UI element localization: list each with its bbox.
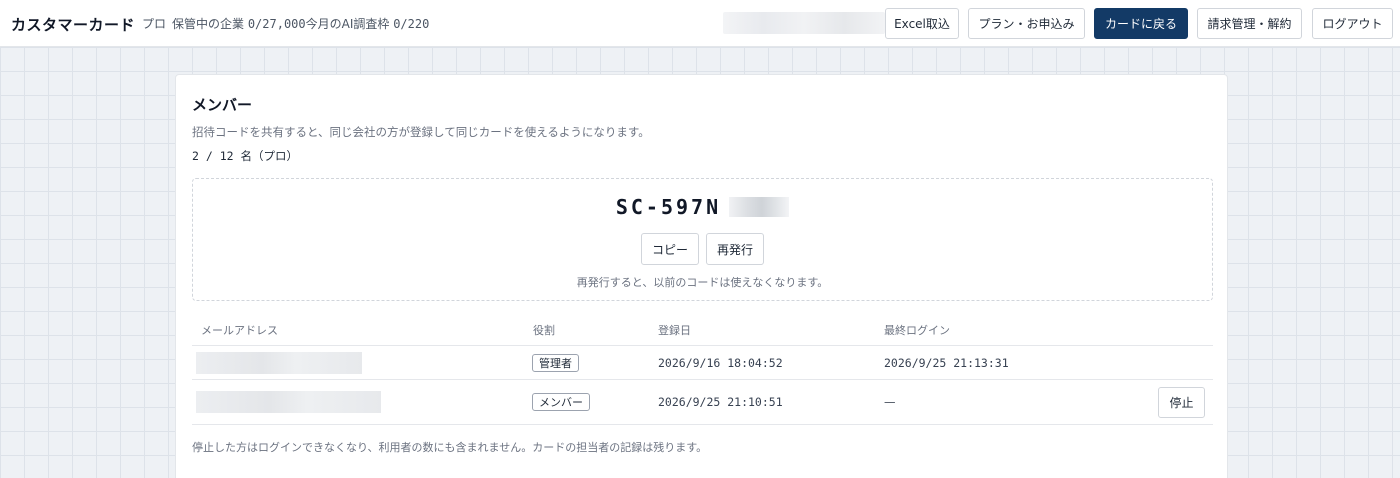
last-login-date: — <box>884 395 896 409</box>
members-title: メンバー <box>192 96 253 114</box>
redacted-user-info <box>723 12 885 34</box>
header-role: 役割 <box>533 324 555 337</box>
header-registered: 登録日 <box>658 324 691 337</box>
members-description: 招待コードを共有すると、同じ会社の方が登録して同じカードを使えるようになります。 <box>192 125 650 139</box>
usage-ai-label: 今月のAI調査枠 <box>305 17 394 31</box>
registered-date: 2026/9/16 18:04:52 <box>658 356 783 370</box>
redacted-email <box>196 391 381 413</box>
usage-companies-value: 0/27,000 <box>247 17 306 31</box>
last-login-date: 2026/9/25 21:13:31 <box>884 356 1009 370</box>
invite-code-box: SC-597N コピー 再発行 再発行すると、以前のコードは使えなくなります。 <box>192 178 1213 301</box>
billing-button[interactable]: 請求管理・解約 <box>1197 8 1302 39</box>
usage-ai-value: 0/220 <box>393 17 430 31</box>
top-header: カスタマーカード プロ 保管中の企業 0/27,000今月のAI調査枠 0/22… <box>0 0 1400 47</box>
invite-code-row: SC-597N <box>193 195 1212 219</box>
suspend-member-button[interactable]: 停止 <box>1158 387 1205 418</box>
table-header: メールアドレス 役割 登録日 最終ログイン <box>192 314 1213 346</box>
registered-date: 2026/9/25 21:10:51 <box>658 395 783 409</box>
table-row: 管理者 2026/9/16 18:04:52 2026/9/25 21:13:3… <box>192 346 1213 380</box>
plan-label: プロ <box>142 17 167 31</box>
table-row: メンバー 2026/9/25 21:10:51 — 停止 <box>192 380 1213 425</box>
excel-import-button[interactable]: Excel取込 <box>885 8 959 39</box>
suspend-footnote: 停止した方はログインできなくなり、利用者の数にも含まれません。カードの担当者の記… <box>192 441 708 454</box>
copy-code-button[interactable]: コピー <box>641 233 699 265</box>
member-count: 2 / 12 名（プロ） <box>192 149 298 163</box>
usage-companies-label: 保管中の企業 <box>172 17 248 31</box>
back-to-card-button[interactable]: カードに戻る <box>1094 8 1188 39</box>
header-last-login: 最終ログイン <box>884 324 950 337</box>
members-card: メンバー 招待コードを共有すると、同じ会社の方が登録して同じカードを使えるように… <box>175 74 1228 478</box>
invite-code[interactable]: SC-597N <box>616 195 721 219</box>
logout-button[interactable]: ログアウト <box>1312 8 1393 39</box>
plan-apply-button[interactable]: プラン・お申込み <box>968 8 1085 39</box>
app-title: カスタマーカード <box>11 16 136 34</box>
reissue-note: 再発行すると、以前のコードは使えなくなります。 <box>576 276 829 289</box>
reissue-code-button[interactable]: 再発行 <box>706 233 764 265</box>
header-email: メールアドレス <box>201 324 278 337</box>
redacted-email <box>196 352 362 374</box>
role-badge: メンバー <box>532 393 590 411</box>
role-badge: 管理者 <box>532 354 579 372</box>
usage-summary: 保管中の企業 0/27,000今月のAI調査枠 0/220 <box>172 15 429 32</box>
invite-code-redacted <box>729 197 790 217</box>
members-table: メールアドレス 役割 登録日 最終ログイン 管理者 2026/9/16 18:0… <box>192 314 1213 425</box>
